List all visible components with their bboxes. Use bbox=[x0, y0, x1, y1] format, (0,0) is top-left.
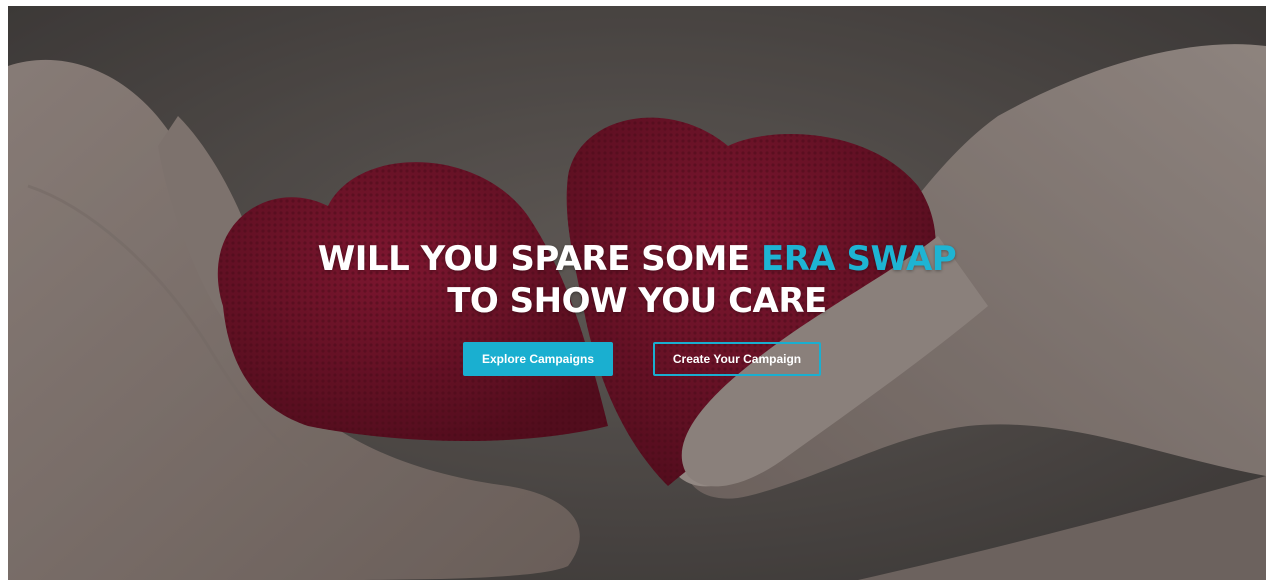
headline-accent: ERA SWAP bbox=[760, 239, 957, 279]
hero-actions: Explore Campaigns Create Your Campaign bbox=[18, 342, 1266, 376]
hero-headline: WILL YOU SPARE SOME ERA SWAP TO SHOW YOU… bbox=[8, 238, 1266, 322]
headline-line-1: WILL YOU SPARE SOME ERA SWAP bbox=[8, 238, 1266, 280]
headline-prefix: WILL YOU SPARE SOME bbox=[317, 239, 761, 279]
headline-line-2: TO SHOW YOU CARE bbox=[447, 281, 827, 321]
create-campaign-button[interactable]: Create Your Campaign bbox=[653, 342, 821, 376]
hero-content: WILL YOU SPARE SOME ERA SWAP TO SHOW YOU… bbox=[8, 238, 1266, 376]
hero-banner: WILL YOU SPARE SOME ERA SWAP TO SHOW YOU… bbox=[8, 6, 1266, 580]
explore-campaigns-button[interactable]: Explore Campaigns bbox=[463, 342, 613, 376]
